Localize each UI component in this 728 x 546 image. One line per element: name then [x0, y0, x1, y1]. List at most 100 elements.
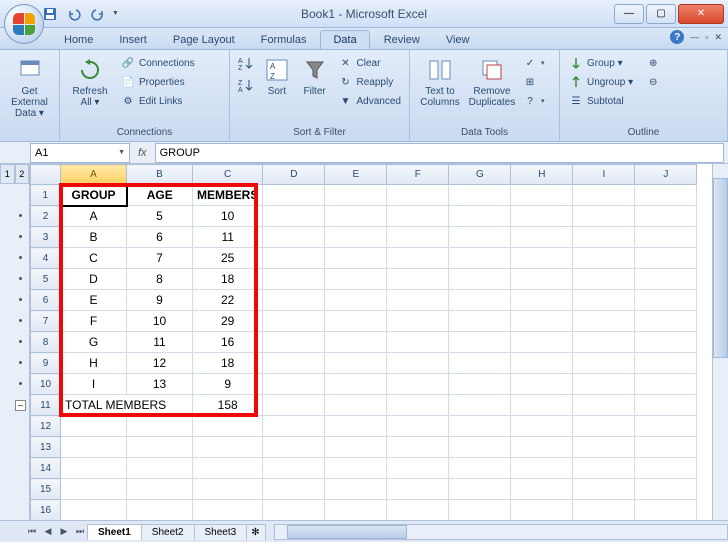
row-header[interactable]: 1 [31, 185, 61, 206]
cell[interactable] [387, 269, 449, 290]
cell[interactable] [449, 458, 511, 479]
cell[interactable] [573, 374, 635, 395]
cell[interactable] [449, 290, 511, 311]
cell[interactable] [635, 353, 697, 374]
row-header[interactable]: 6 [31, 290, 61, 311]
cell[interactable] [449, 500, 511, 521]
what-if-button[interactable]: ?▾ [520, 92, 547, 110]
row-header[interactable]: 9 [31, 353, 61, 374]
cell[interactable] [263, 332, 325, 353]
fx-button[interactable]: fx [138, 147, 147, 159]
cell[interactable] [387, 437, 449, 458]
new-sheet-button[interactable]: ✻ [246, 524, 266, 540]
cell[interactable] [511, 290, 573, 311]
cell[interactable] [387, 416, 449, 437]
cell[interactable] [263, 206, 325, 227]
tab-insert[interactable]: Insert [107, 31, 159, 49]
cell[interactable]: 29 [193, 311, 263, 332]
cell[interactable] [573, 290, 635, 311]
reapply-button[interactable]: ↻Reapply [336, 73, 403, 91]
row-header[interactable]: 15 [31, 479, 61, 500]
cell[interactable] [325, 437, 387, 458]
cell[interactable] [573, 479, 635, 500]
cell[interactable] [573, 332, 635, 353]
cell[interactable]: A [61, 206, 127, 227]
cell[interactable]: MEMBERS [193, 185, 263, 206]
cell[interactable] [61, 458, 127, 479]
sheet-tab-3[interactable]: Sheet3 [194, 524, 248, 540]
sheet-tab-1[interactable]: Sheet1 [87, 524, 142, 540]
col-header[interactable]: D [263, 165, 325, 185]
cell[interactable] [263, 374, 325, 395]
cell[interactable] [635, 269, 697, 290]
refresh-all-button[interactable]: Refresh All ▾ [66, 54, 114, 110]
cell[interactable] [449, 374, 511, 395]
cell[interactable]: 8 [127, 269, 193, 290]
cell-a1[interactable]: GROUP [61, 185, 127, 206]
cell[interactable] [325, 395, 387, 416]
tab-nav-prev[interactable]: ◀ [40, 524, 56, 540]
text-to-columns-button[interactable]: Text to Columns [416, 54, 464, 110]
cell[interactable] [511, 353, 573, 374]
hide-detail-button[interactable]: ⊖ [643, 73, 663, 91]
cell-total-value[interactable]: 158 [193, 395, 263, 416]
tab-review[interactable]: Review [372, 31, 432, 49]
show-detail-button[interactable]: ⊕ [643, 54, 663, 72]
cell[interactable]: E [61, 290, 127, 311]
cell[interactable] [193, 458, 263, 479]
tab-data[interactable]: Data [320, 30, 369, 49]
tab-home[interactable]: Home [52, 31, 105, 49]
cell[interactable] [387, 353, 449, 374]
maximize-button[interactable]: ▢ [646, 4, 676, 24]
cell[interactable] [449, 437, 511, 458]
redo-icon[interactable] [88, 4, 108, 24]
cell[interactable] [325, 500, 387, 521]
cell[interactable] [635, 311, 697, 332]
cell[interactable] [325, 479, 387, 500]
cell[interactable] [325, 227, 387, 248]
col-header[interactable]: J [635, 165, 697, 185]
cell[interactable]: 16 [193, 332, 263, 353]
cell[interactable] [263, 311, 325, 332]
cell[interactable] [573, 500, 635, 521]
cell[interactable] [635, 248, 697, 269]
col-header[interactable]: B [127, 165, 193, 185]
col-header[interactable]: I [573, 165, 635, 185]
cell[interactable] [511, 374, 573, 395]
cell[interactable] [387, 395, 449, 416]
subtotal-button[interactable]: ☰Subtotal [566, 92, 635, 110]
cell[interactable] [127, 416, 193, 437]
col-header[interactable]: G [449, 165, 511, 185]
cell[interactable] [449, 311, 511, 332]
cell[interactable] [387, 458, 449, 479]
cell[interactable] [61, 416, 127, 437]
name-box[interactable]: A1▼ [30, 143, 130, 163]
cell[interactable]: 5 [127, 206, 193, 227]
cell[interactable] [449, 185, 511, 206]
cell[interactable] [387, 311, 449, 332]
cell[interactable] [263, 353, 325, 374]
cell[interactable] [573, 248, 635, 269]
cell[interactable] [449, 353, 511, 374]
close-workbook-button[interactable]: ✕ [714, 32, 722, 43]
cell[interactable]: D [61, 269, 127, 290]
cell[interactable] [449, 332, 511, 353]
cell[interactable]: 18 [193, 269, 263, 290]
cell[interactable] [387, 248, 449, 269]
cell[interactable] [263, 227, 325, 248]
cell[interactable] [387, 185, 449, 206]
cell[interactable] [573, 227, 635, 248]
row-header[interactable]: 13 [31, 437, 61, 458]
cell[interactable] [263, 437, 325, 458]
cell[interactable] [127, 437, 193, 458]
cell[interactable] [193, 416, 263, 437]
cell[interactable] [511, 479, 573, 500]
cell[interactable] [511, 206, 573, 227]
cell[interactable]: F [61, 311, 127, 332]
cell[interactable] [511, 311, 573, 332]
cell[interactable] [449, 227, 511, 248]
cell[interactable]: G [61, 332, 127, 353]
minimize-ribbon-button[interactable]: — [690, 32, 699, 42]
cell[interactable]: 22 [193, 290, 263, 311]
cell[interactable] [511, 248, 573, 269]
